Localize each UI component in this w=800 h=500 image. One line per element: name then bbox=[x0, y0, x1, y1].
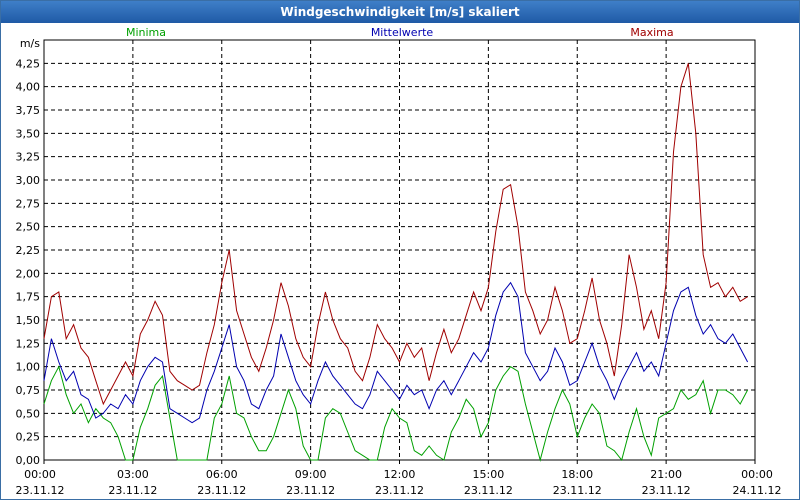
y-tick-label: 1,00 bbox=[16, 361, 41, 374]
y-tick-label: 3,00 bbox=[16, 174, 41, 187]
x-tick-time: 09:00 bbox=[295, 468, 327, 481]
x-tick-time: 06:00 bbox=[206, 468, 238, 481]
x-tick-date: 23.11.12 bbox=[16, 484, 65, 497]
legend-mittelwerte: Mittelwerte bbox=[371, 26, 434, 39]
y-tick-label: 3,75 bbox=[16, 104, 41, 117]
x-tick-date: 23.11.12 bbox=[464, 484, 513, 497]
x-tick-date: 23.11.12 bbox=[553, 484, 602, 497]
x-tick-time: 00:00 bbox=[741, 468, 773, 481]
y-tick-label: 3,50 bbox=[16, 127, 41, 140]
x-tick-date: 23.11.12 bbox=[375, 484, 424, 497]
x-tick-time: 21:00 bbox=[650, 468, 682, 481]
y-axis-label: m/s bbox=[20, 37, 40, 50]
legend-minima: Minima bbox=[126, 26, 166, 39]
y-tick-label: 1,25 bbox=[16, 337, 41, 350]
x-tick-time: 03:00 bbox=[117, 468, 149, 481]
y-tick-label: 3,25 bbox=[16, 151, 41, 164]
y-tick-label: 4,25 bbox=[16, 57, 41, 70]
series-line-maxima bbox=[43, 63, 748, 406]
x-axis: 00:00 23.11.12 03:00 23.11.12 06:00 23.11.12 0… bbox=[16, 460, 782, 497]
series-lines bbox=[43, 63, 749, 462]
y-tick-label: 2,50 bbox=[16, 221, 41, 234]
wind-speed-chart: 0,00 0,25 0,50 0,75 1,00 1,25 1,50 1,75 2,00 2,25… bbox=[16, 26, 782, 497]
x-tick-date: 24.11.12 bbox=[733, 484, 782, 497]
y-tick-label: 0,75 bbox=[16, 384, 41, 397]
x-tick-time: 15:00 bbox=[473, 468, 505, 481]
y-tick-label: 4,00 bbox=[16, 81, 41, 94]
x-tick-date: 23.11.12 bbox=[286, 484, 335, 497]
y-tick-label: 1,75 bbox=[16, 291, 41, 304]
y-tick-label: 2,25 bbox=[16, 244, 41, 257]
x-tick-date: 23.11.12 bbox=[108, 484, 157, 497]
y-tick-label: 0,25 bbox=[16, 431, 41, 444]
legend-maxima: Maxima bbox=[630, 26, 673, 39]
y-tick-label: 1,50 bbox=[16, 314, 41, 327]
x-tick-time: 12:00 bbox=[384, 468, 416, 481]
y-axis: 0,00 0,25 0,50 0,75 1,00 1,25 1,50 1,75 2,00 2,25… bbox=[16, 37, 41, 467]
y-tick-label: 0,00 bbox=[16, 454, 41, 467]
x-tick-time: 00:00 bbox=[24, 468, 56, 481]
y-tick-label: 2,75 bbox=[16, 197, 41, 210]
x-tick-time: 18:00 bbox=[561, 468, 593, 481]
grid-lines bbox=[44, 40, 755, 461]
legend: Minima Mittelwerte Maxima bbox=[126, 26, 674, 39]
y-tick-label: 2,00 bbox=[16, 267, 41, 280]
y-tick-label: 0,50 bbox=[16, 407, 41, 420]
x-tick-date: 23.11.12 bbox=[642, 484, 691, 497]
x-tick-date: 23.11.12 bbox=[197, 484, 246, 497]
